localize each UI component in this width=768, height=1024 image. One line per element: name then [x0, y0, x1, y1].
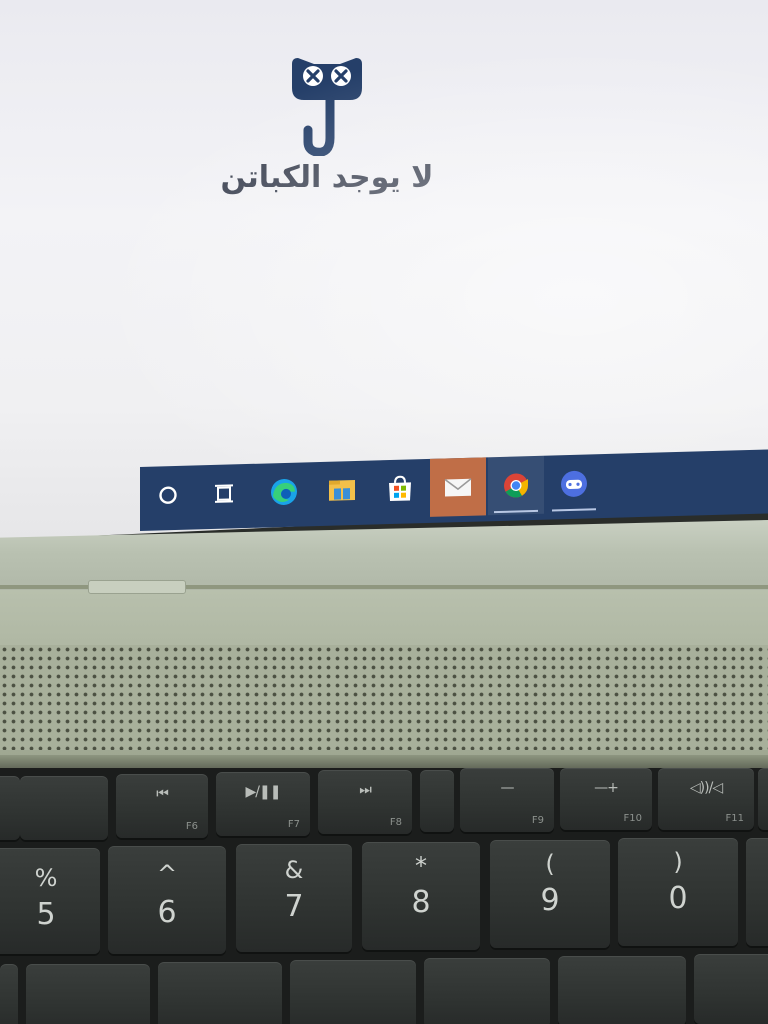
edge-taskbar-button[interactable] — [256, 462, 312, 522]
empty-state-message: لا يوجد الكباتن — [220, 160, 434, 195]
keyboard: ⏮ F6 ▶/❚❚ F7 ⏭ F8 — F9 —+ F10 ◁))/◁ F11 … — [0, 768, 768, 1024]
keyboard-key-partial[interactable] — [758, 768, 768, 830]
keyboard-key-partial[interactable] — [424, 958, 550, 1024]
keyboard-key-partial[interactable] — [0, 964, 18, 1024]
cortana-search-icon — [159, 486, 177, 504]
lid-latch — [88, 580, 186, 594]
task-view-button[interactable] — [196, 464, 252, 524]
keyboard-key-spacer[interactable] — [420, 770, 454, 832]
keyboard-key-partial[interactable] — [746, 838, 768, 946]
keyboard-key-f5[interactable] — [20, 776, 108, 840]
speaker-grille — [0, 645, 768, 750]
keyboard-key-f11[interactable]: ◁))/◁ F11 — [658, 768, 754, 830]
keyboard-key-partial[interactable] — [290, 960, 416, 1024]
store-taskbar-button[interactable] — [372, 459, 428, 519]
gamepad-app-taskbar-button[interactable] — [546, 454, 602, 514]
keyboard-key-f10[interactable]: —+ F10 — [560, 768, 652, 830]
mail-taskbar-button[interactable] — [430, 457, 486, 517]
keyboard-key-f8[interactable]: ⏭ F8 — [318, 770, 412, 834]
keyboard-key-partial[interactable] — [0, 776, 20, 840]
laptop-photo: لا يوجد الكباتن ⏮ F6 ▶/❚❚ F7 ⏭ F8 — F9 —… — [0, 0, 768, 1024]
keyboard-key-partial[interactable] — [694, 954, 768, 1024]
chrome-icon — [504, 473, 529, 498]
cortana-search-button[interactable] — [140, 465, 196, 525]
task-view-icon — [215, 484, 233, 503]
keyboard-key-partial[interactable] — [158, 962, 282, 1024]
owl-mascot-icon — [292, 58, 362, 156]
keyboard-key-f7[interactable]: ▶/❚❚ F7 — [216, 772, 310, 836]
file-explorer-icon — [329, 479, 355, 501]
edge-browser-icon — [271, 478, 297, 505]
keyboard-key-7[interactable]: & 7 — [236, 844, 352, 952]
microsoft-store-icon — [389, 475, 411, 502]
keyboard-key-6[interactable]: ^ 6 — [108, 846, 226, 954]
keyboard-key-9[interactable]: ( 9 — [490, 840, 610, 948]
keyboard-key-0[interactable]: ) 0 — [618, 838, 738, 946]
keyboard-key-5[interactable]: % 5 — [0, 848, 100, 954]
keyboard-key-partial[interactable] — [26, 964, 150, 1024]
keyboard-key-f6[interactable]: ⏮ F6 — [116, 774, 208, 838]
chrome-taskbar-button[interactable] — [488, 455, 544, 516]
keyboard-key-partial[interactable] — [558, 956, 686, 1024]
keyboard-key-8[interactable]: * 8 — [362, 842, 480, 950]
file-explorer-taskbar-button[interactable] — [314, 461, 370, 521]
gamepad-app-icon — [561, 470, 587, 497]
keyboard-key-f9[interactable]: — F9 — [460, 768, 554, 832]
mail-icon — [444, 478, 472, 497]
